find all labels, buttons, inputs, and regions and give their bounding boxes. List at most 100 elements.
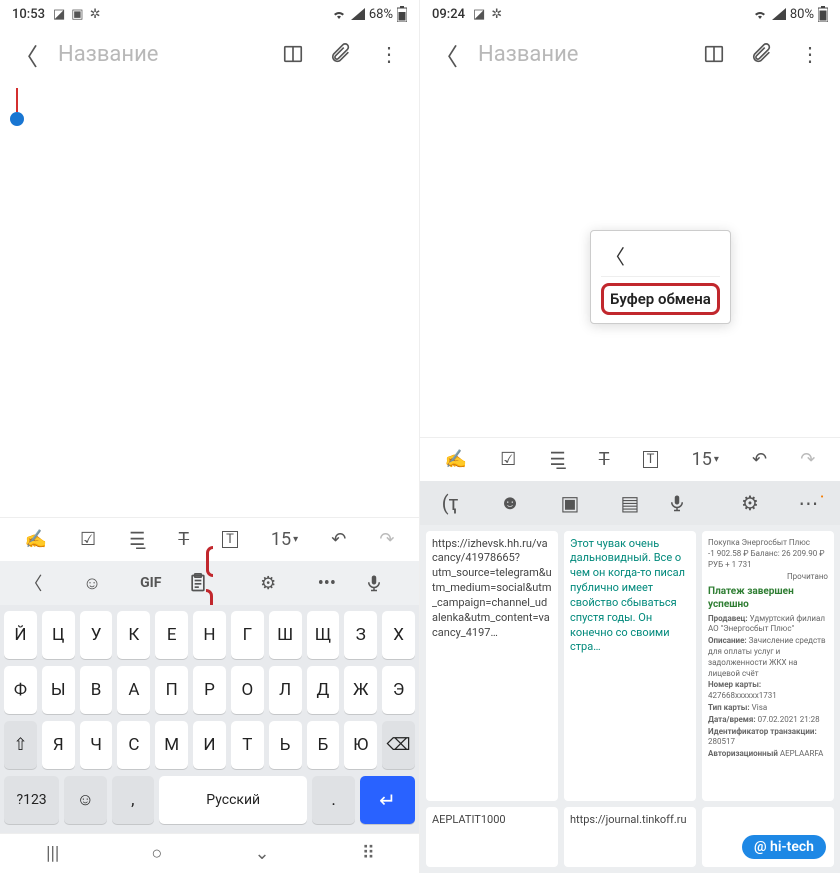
attach-icon[interactable]	[746, 38, 778, 70]
enter-key[interactable]: ↵	[360, 776, 415, 824]
line-spacing-icon[interactable]: ☰̲	[129, 529, 145, 550]
key[interactable]: Р	[193, 666, 226, 714]
handwriting-icon[interactable]: ✍	[445, 449, 467, 470]
key[interactable]: П	[155, 666, 188, 714]
key[interactable]: Г	[231, 611, 264, 659]
emoji-icon[interactable]: ☻	[488, 490, 532, 515]
key[interactable]: С	[117, 721, 150, 769]
more-menu-icon[interactable]: ⋮	[794, 38, 826, 70]
key[interactable]: М	[155, 721, 188, 769]
facebook-icon: ◪	[53, 7, 65, 22]
clipboard-item[interactable]: AEPLATIT1000	[426, 807, 558, 867]
text-style-icon[interactable]: T	[599, 449, 610, 470]
nav-home-icon[interactable]: ○	[151, 843, 162, 864]
key[interactable]: Л	[269, 666, 302, 714]
kb-back-icon[interactable]: 〈	[12, 570, 54, 596]
period-key[interactable]: .	[312, 776, 354, 824]
key[interactable]: Ж	[344, 666, 377, 714]
key[interactable]: Ь	[269, 721, 302, 769]
key[interactable]: И	[193, 721, 226, 769]
redo-icon[interactable]: ↷	[800, 449, 815, 470]
attach-icon[interactable]	[325, 38, 357, 70]
key[interactable]: Д	[307, 666, 340, 714]
font-size-picker[interactable]: 15▾	[692, 449, 719, 470]
keyboard-row-3: ⇧ Я Ч С М И Т Ь Б Ю ⌫	[4, 721, 415, 769]
nav-back-icon[interactable]: ⌄	[254, 843, 269, 864]
clipboard-item[interactable]: https://izhevsk.hh.ru/vacancy/41978665?u…	[426, 531, 558, 801]
keyboard-suggestion-bar: 〈 ☺ GIF ⚙ •••	[0, 561, 419, 605]
back-button[interactable]: 〈	[14, 37, 38, 72]
clipboard-item[interactable]: https://journal.tinkoff.ru	[564, 807, 696, 867]
handwriting-icon[interactable]: ✍	[25, 529, 47, 550]
key[interactable]: Ы	[42, 666, 75, 714]
back-button[interactable]: 〈	[434, 37, 458, 72]
key[interactable]: Й	[4, 611, 37, 659]
camera-icon: ▣	[71, 7, 83, 22]
line-spacing-icon[interactable]: ☰̲	[549, 449, 565, 470]
watermark: @ hi-tech	[742, 835, 826, 859]
kb-settings-icon[interactable]: ⚙	[247, 573, 289, 594]
backspace-key[interactable]: ⌫	[382, 721, 415, 769]
title-input[interactable]: Название	[478, 42, 682, 67]
editor-area[interactable]	[0, 80, 419, 517]
settings-icon: ✲	[491, 7, 502, 22]
key[interactable]: Ф	[4, 666, 37, 714]
key[interactable]: Ц	[42, 611, 75, 659]
text-style-icon[interactable]: T	[178, 529, 189, 550]
redo-icon[interactable]: ↷	[379, 529, 394, 550]
editor-area[interactable]: 〈 Буфер обмена	[420, 80, 840, 437]
more-icon[interactable]: ⋯	[788, 491, 832, 515]
nav-keyboard-icon[interactable]: ⠿	[362, 843, 373, 864]
shift-key[interactable]: ⇧	[4, 721, 37, 769]
key[interactable]: Б	[307, 721, 340, 769]
key[interactable]: Щ	[307, 611, 340, 659]
key[interactable]: Ш	[269, 611, 302, 659]
comma-key[interactable]: ,	[112, 776, 154, 824]
kb-more-icon[interactable]: •••	[306, 573, 348, 594]
key[interactable]: Х	[382, 611, 415, 659]
title-input[interactable]: Название	[58, 42, 261, 67]
key[interactable]: В	[80, 666, 113, 714]
key[interactable]: У	[80, 611, 113, 659]
numbers-key[interactable]: ?123	[4, 776, 59, 824]
gif-button[interactable]: GIF	[130, 575, 172, 591]
context-menu-back[interactable]: 〈	[601, 239, 720, 277]
emoji-key[interactable]: ☺	[64, 776, 106, 824]
cursor-handle[interactable]	[10, 112, 24, 126]
clipboard-item[interactable]: Покупка Энергосбыт Плюс -1 902.58 ₽ Бала…	[702, 531, 834, 801]
reader-mode-icon[interactable]	[698, 38, 730, 70]
sticker-icon[interactable]: ▣	[548, 491, 592, 515]
checkbox-icon[interactable]: ☑	[500, 449, 516, 470]
key[interactable]: Ч	[80, 721, 113, 769]
space-key[interactable]: Русский	[159, 776, 307, 824]
text-box-icon[interactable]: T	[222, 531, 238, 548]
key[interactable]: К	[117, 611, 150, 659]
undo-icon[interactable]: ↶	[752, 449, 767, 470]
sticker-icon[interactable]: ☺	[71, 573, 113, 594]
key[interactable]: Н	[193, 611, 226, 659]
checkbox-icon[interactable]: ☑	[80, 529, 96, 550]
clipboard-toolbar: (ҭ ☻ ▣ ▤ ⚙ ⋯	[420, 481, 840, 525]
mic-icon[interactable]	[365, 572, 407, 594]
key[interactable]: А	[117, 666, 150, 714]
key[interactable]: З	[344, 611, 377, 659]
text-box-icon[interactable]: T	[643, 451, 659, 468]
nav-recents-icon[interactable]: |||	[46, 843, 59, 864]
mic-icon[interactable]	[668, 492, 712, 514]
more-menu-icon[interactable]: ⋮	[373, 38, 405, 70]
clipboard-menu-item[interactable]: Буфер обмена	[601, 283, 720, 315]
status-bar: 09:24 ◪ ✲ 80%	[420, 0, 840, 28]
save-icon[interactable]: ▤	[608, 491, 652, 515]
settings-icon[interactable]: ⚙	[728, 491, 772, 515]
key[interactable]: Ю	[344, 721, 377, 769]
key[interactable]: Т	[231, 721, 264, 769]
key[interactable]: Я	[42, 721, 75, 769]
undo-icon[interactable]: ↶	[331, 529, 346, 550]
reader-mode-icon[interactable]	[277, 38, 309, 70]
translate-icon[interactable]: (ҭ	[428, 491, 472, 515]
clipboard-item[interactable]: Этот чувак очень дальновидный. Все о чем…	[564, 531, 696, 801]
key[interactable]: О	[231, 666, 264, 714]
key[interactable]: Е	[155, 611, 188, 659]
key[interactable]: Э	[382, 666, 415, 714]
font-size-picker[interactable]: 15▾	[271, 529, 298, 550]
